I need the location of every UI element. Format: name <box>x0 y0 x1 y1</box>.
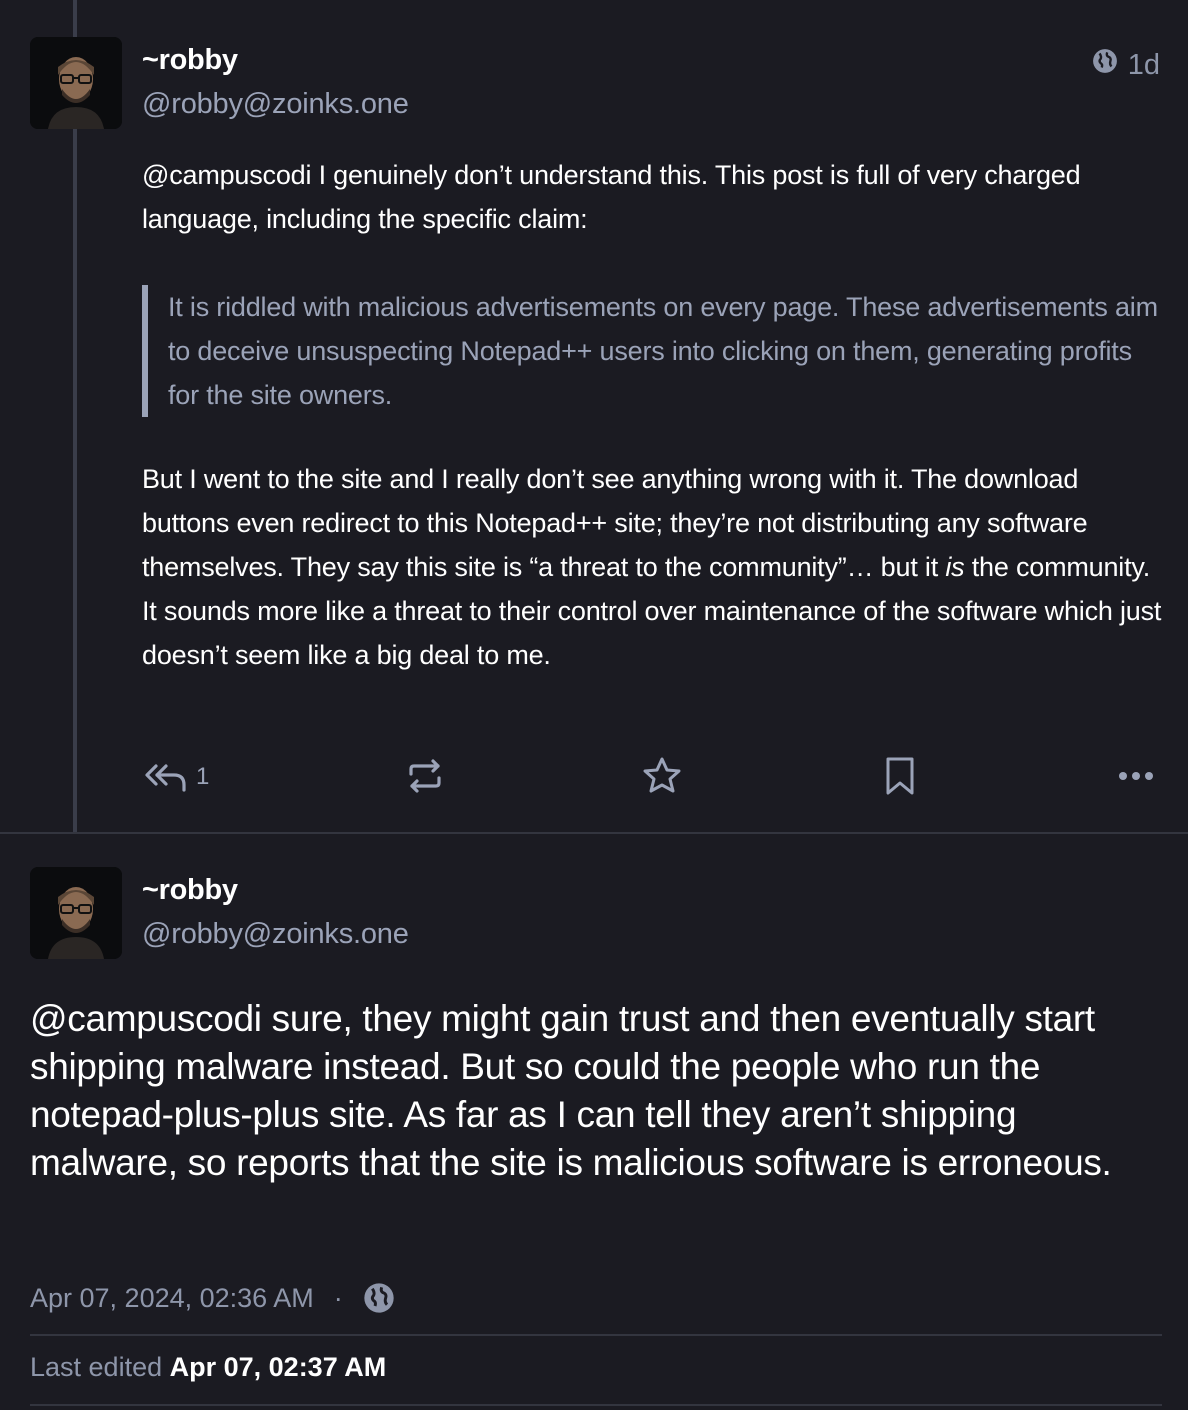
post-body: @campuscodi sure, they might gain trust … <box>30 995 1160 1187</box>
edited-info[interactable]: Last edited Apr 07, 02:37 AM <box>30 1352 386 1383</box>
more-button[interactable] <box>1117 766 1155 786</box>
author-display-name[interactable]: ~robby <box>142 44 238 77</box>
reply-all-icon <box>145 764 186 792</box>
author-handle[interactable]: @robby@zoinks.one <box>142 918 409 951</box>
reply-button[interactable]: 1 <box>144 760 209 794</box>
bookmark-icon <box>886 757 914 795</box>
post-actions: 1 <box>142 750 1162 804</box>
post-paragraph: @campuscodi I genuinely don’t understand… <box>142 153 1162 241</box>
mention-link[interactable]: @campuscodi <box>142 160 311 190</box>
reply-count: 1 <box>196 763 210 790</box>
avatar-image <box>30 37 122 129</box>
post-paragraph: But I went to the site and I really don’… <box>142 457 1162 677</box>
separator: · <box>333 1282 343 1313</box>
meta-divider <box>30 1404 1162 1406</box>
star-icon <box>643 757 681 793</box>
meta-divider <box>30 1334 1162 1336</box>
avatar-image <box>30 867 122 959</box>
mention-link[interactable]: @campuscodi <box>30 998 262 1039</box>
edited-label: Last edited <box>30 1352 163 1382</box>
avatar[interactable] <box>30 867 122 959</box>
author-handle[interactable]: @robby@zoinks.one <box>142 88 409 121</box>
blockquote: It is riddled with malicious advertiseme… <box>142 285 1168 417</box>
more-horizontal-icon <box>1119 772 1153 780</box>
boost-button[interactable] <box>405 756 445 796</box>
post-date[interactable]: Apr 07, 2024, 02:36 AM <box>30 1283 314 1314</box>
post-meta: Apr 07, 2024, 02:36 AM · <box>30 1282 395 1314</box>
globe-icon <box>363 1282 395 1314</box>
post-divider <box>0 832 1188 834</box>
edited-date: Apr 07, 02:37 AM <box>169 1352 387 1382</box>
favourite-button[interactable] <box>642 756 682 796</box>
author-display-name[interactable]: ~robby <box>142 874 238 907</box>
time-ago-label: 1d <box>1127 48 1160 81</box>
boost-icon <box>409 759 441 793</box>
post-body-continued: But I went to the site and I really don’… <box>142 457 1162 677</box>
emphasis-text: is <box>945 552 965 582</box>
globe-icon <box>1092 48 1118 82</box>
post-time[interactable]: 1d <box>1092 48 1160 82</box>
post-body: @campuscodi I genuinely don’t understand… <box>142 153 1162 241</box>
avatar[interactable] <box>30 37 122 129</box>
bookmark-button[interactable] <box>882 756 918 796</box>
